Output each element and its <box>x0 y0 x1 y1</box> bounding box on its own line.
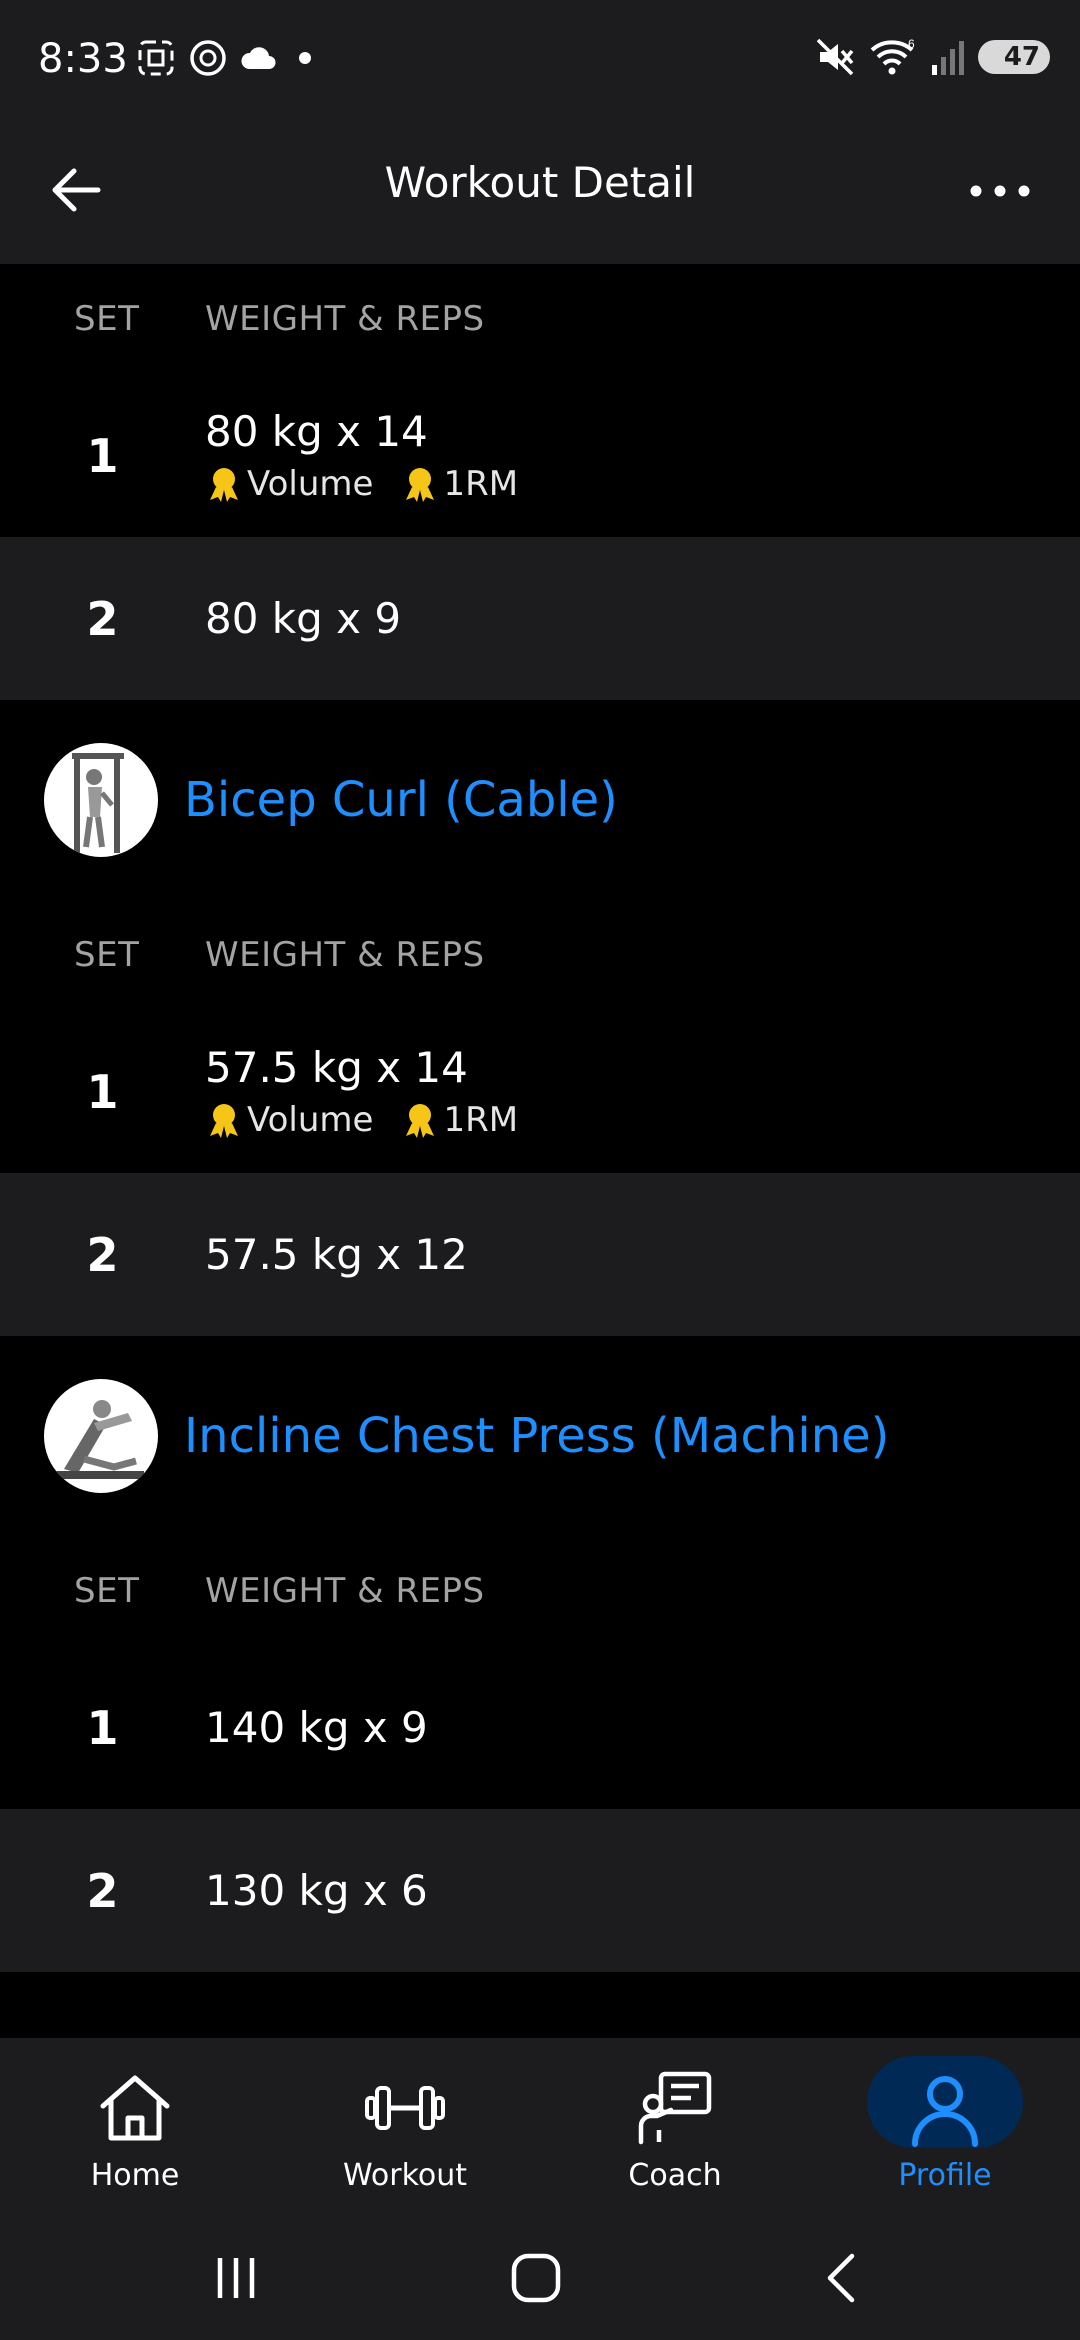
set-number: 2 <box>86 591 119 646</box>
wifi-icon: 6 <box>870 37 915 75</box>
nav-home-label: Home <box>90 2158 180 2193</box>
nav-workout-label: Workout <box>342 2158 468 2193</box>
dot-icon <box>299 52 311 64</box>
badge-label: Volume <box>247 464 374 504</box>
battery-indicator: 47 <box>978 40 1050 74</box>
status-left-icons <box>136 38 320 78</box>
cloud-icon <box>241 47 276 69</box>
system-navigation-bar <box>0 2208 1080 2340</box>
medal-icon <box>210 468 238 502</box>
status-bar: 8:33 6 47 <box>0 0 1080 120</box>
set-number: 1 <box>86 428 119 483</box>
nav-home[interactable]: Home <box>0 2038 270 2208</box>
nav-coach-label: Coach <box>628 2158 722 2193</box>
weight-reps-column-header: WEIGHT & REPS <box>205 299 485 339</box>
dumbbell-icon <box>363 2068 447 2148</box>
set-row: 1 140 kg x 9 <box>0 1646 1080 1809</box>
svg-text:6: 6 <box>908 37 915 51</box>
nav-coach[interactable]: Coach <box>540 2038 810 2208</box>
set-table-header: SET WEIGHT & REPS <box>0 1536 1080 1646</box>
home-icon <box>93 2068 177 2148</box>
set-number: 2 <box>86 1227 119 1282</box>
set-table-header: SET WEIGHT & REPS <box>0 900 1080 1010</box>
set-row: 2 130 kg x 6 <box>0 1809 1080 1972</box>
workout-content[interactable]: SET WEIGHT & REPS 1 80 kg x 14 Volume 1R… <box>0 264 1080 2038</box>
set-column-header: SET <box>74 935 140 975</box>
set-weight-reps: 140 kg x 9 <box>205 1703 428 1752</box>
one-rm-record-badge: 1RM <box>401 464 518 504</box>
set-row: 1 80 kg x 14 Volume 1RM <box>0 374 1080 537</box>
set-weight-reps: 57.5 kg x 14 <box>205 1043 468 1092</box>
set-column-header: SET <box>74 1571 140 1611</box>
chest-press-illustration-icon <box>54 1400 144 1479</box>
badge-label: 1RM <box>443 1100 519 1140</box>
exercise-header[interactable]: Incline Chest Press (Machine) <box>0 1336 1080 1536</box>
exercise-thumbnail <box>44 1379 158 1493</box>
mute-icon <box>816 38 854 76</box>
status-time: 8:33 <box>38 36 128 82</box>
set-weight-reps: 57.5 kg x 12 <box>205 1230 468 1279</box>
nav-workout[interactable]: Workout <box>270 2038 540 2208</box>
set-column-header: SET <box>74 299 140 339</box>
profile-icon <box>903 2068 987 2148</box>
set-row: 1 57.5 kg x 14 Volume 1RM <box>0 1010 1080 1173</box>
nav-profile[interactable]: Profile <box>810 2038 1080 2208</box>
weight-reps-column-header: WEIGHT & REPS <box>205 1571 485 1611</box>
volume-record-badge: Volume <box>205 464 373 504</box>
coach-icon <box>633 2068 717 2148</box>
screenshot-icon <box>138 40 174 76</box>
set-weight-reps: 130 kg x 6 <box>205 1866 428 1915</box>
set-number: 2 <box>86 1863 119 1918</box>
set-number: 1 <box>86 1700 119 1755</box>
system-back-icon[interactable] <box>812 2248 872 2308</box>
exercise-thumbnail <box>44 743 158 857</box>
bicep-curl-illustration-icon <box>72 753 124 853</box>
app-header: Workout Detail <box>0 120 1080 264</box>
set-table-header: SET WEIGHT & REPS <box>0 264 1080 374</box>
home-button-icon[interactable] <box>506 2248 566 2308</box>
set-weight-reps: 80 kg x 9 <box>205 594 402 643</box>
badge-label: Volume <box>247 1100 374 1140</box>
bottom-navigation: Home Workout Coach Profile <box>0 2038 1080 2208</box>
one-rm-record-badge: 1RM <box>401 1100 518 1140</box>
exercise-header[interactable]: Bicep Curl (Cable) <box>0 700 1080 900</box>
threads-icon <box>190 40 226 76</box>
set-row: 2 57.5 kg x 12 <box>0 1173 1080 1336</box>
medal-icon <box>406 468 435 502</box>
medal-icon <box>406 1104 435 1138</box>
page-title: Workout Detail <box>384 158 696 207</box>
signal-icon <box>932 41 964 75</box>
exercise-name[interactable]: Bicep Curl (Cable) <box>184 772 618 828</box>
status-right-icons: 6 47 <box>814 36 1050 78</box>
weight-reps-column-header: WEIGHT & REPS <box>205 935 485 975</box>
set-number: 1 <box>86 1064 119 1119</box>
set-row: 2 80 kg x 9 <box>0 537 1080 700</box>
medal-icon <box>210 1104 238 1138</box>
badge-label: 1RM <box>443 464 519 504</box>
more-options-icon[interactable] <box>960 166 1040 216</box>
exercise-name[interactable]: Incline Chest Press (Machine) <box>184 1408 889 1464</box>
volume-record-badge: Volume <box>205 1100 373 1140</box>
recent-apps-icon[interactable] <box>206 2248 266 2308</box>
battery-level: 47 <box>1003 42 1040 72</box>
set-weight-reps: 80 kg x 14 <box>205 407 428 456</box>
nav-profile-label: Profile <box>898 2158 992 2193</box>
